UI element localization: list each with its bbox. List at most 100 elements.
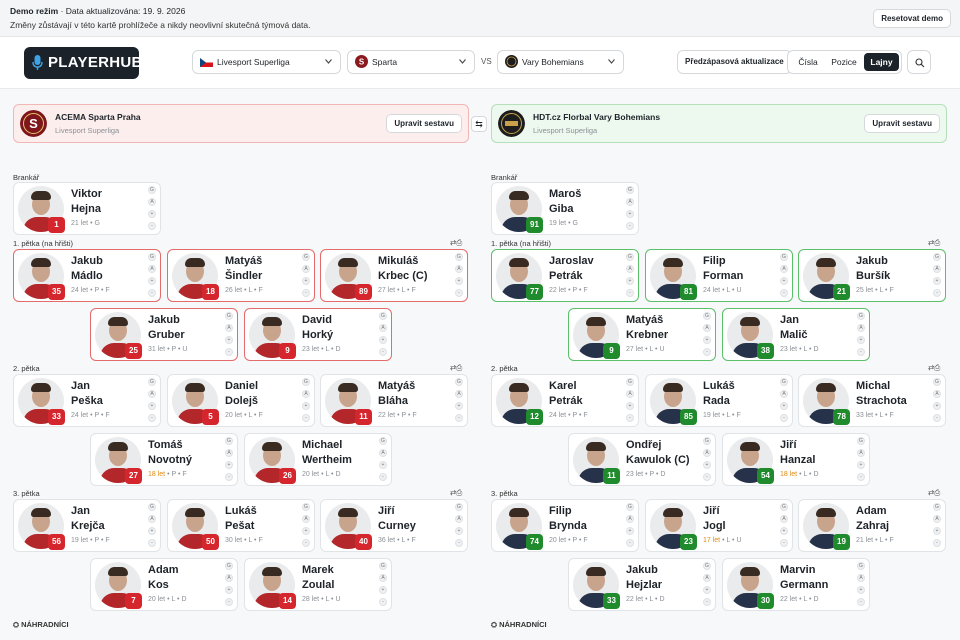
stat-button[interactable]: -: [148, 539, 156, 547]
stat-button[interactable]: G: [225, 312, 233, 320]
stat-button[interactable]: G: [148, 253, 156, 261]
player-card[interactable]: 89 Mikuláš Krbec (C) 27 let • L • F G A + -: [320, 249, 468, 302]
home-edit-lineup-button[interactable]: Upravit sestavu: [386, 114, 462, 133]
stat-button[interactable]: +: [857, 461, 865, 469]
stat-button[interactable]: G: [379, 312, 387, 320]
stat-button[interactable]: G: [626, 378, 634, 386]
stat-button[interactable]: G: [780, 503, 788, 511]
stat-button[interactable]: A: [703, 574, 711, 582]
line-swap-icon[interactable]: ⇄⎙: [928, 488, 940, 498]
player-card[interactable]: 33 Jakub Hejzlar 22 let • L • D G A + -: [568, 558, 716, 611]
stat-button[interactable]: -: [148, 414, 156, 422]
player-card[interactable]: 23 Jiří Jogl 17 let • L • U G A + -: [645, 499, 793, 552]
stat-button[interactable]: -: [455, 289, 463, 297]
stat-button[interactable]: -: [302, 539, 310, 547]
line-swap-icon[interactable]: ⇄⎙: [450, 488, 462, 498]
stat-button[interactable]: G: [933, 378, 941, 386]
player-card[interactable]: 33 Jan Peška 24 let • P • F G A + -: [13, 374, 161, 427]
player-card[interactable]: 91 Maroš Giba 19 let • G G A + -: [491, 182, 639, 235]
stat-button[interactable]: -: [455, 539, 463, 547]
swap-teams-button[interactable]: ⇆: [471, 116, 487, 132]
stat-button[interactable]: A: [148, 265, 156, 273]
stat-button[interactable]: A: [626, 198, 634, 206]
stat-button[interactable]: +: [626, 527, 634, 535]
stat-button[interactable]: +: [225, 336, 233, 344]
stat-button[interactable]: G: [455, 253, 463, 261]
stat-button[interactable]: G: [857, 312, 865, 320]
stat-button[interactable]: +: [379, 336, 387, 344]
stat-button[interactable]: -: [703, 598, 711, 606]
stat-button[interactable]: G: [703, 312, 711, 320]
stat-button[interactable]: +: [225, 586, 233, 594]
player-card[interactable]: 85 Lukáš Rada 19 let • L • F G A + -: [645, 374, 793, 427]
stat-button[interactable]: +: [148, 210, 156, 218]
stat-button[interactable]: A: [148, 390, 156, 398]
stat-button[interactable]: -: [780, 539, 788, 547]
stat-button[interactable]: +: [703, 336, 711, 344]
player-card[interactable]: 25 Jakub Gruber 31 let • P • U G A + -: [90, 308, 238, 361]
stat-button[interactable]: +: [626, 277, 634, 285]
stat-button[interactable]: -: [455, 414, 463, 422]
stat-button[interactable]: -: [933, 289, 941, 297]
player-card[interactable]: 9 David Horký 23 let • L • D G A + -: [244, 308, 392, 361]
player-card[interactable]: 27 Tomáš Novotný 18 let • P • F G A + -: [90, 433, 238, 486]
player-card[interactable]: 14 Marek Zoulal 28 let • L • U G A + -: [244, 558, 392, 611]
stat-button[interactable]: G: [703, 437, 711, 445]
stat-button[interactable]: A: [379, 324, 387, 332]
stat-button[interactable]: G: [302, 503, 310, 511]
stat-button[interactable]: A: [455, 265, 463, 273]
away-team-select[interactable]: Vary Bohemians: [497, 50, 624, 74]
stat-button[interactable]: A: [225, 574, 233, 582]
stat-button[interactable]: -: [379, 348, 387, 356]
tab-lajny[interactable]: Lajny: [864, 53, 899, 71]
pre-match-update-button[interactable]: Předzápasová aktualizace: [677, 50, 792, 74]
stat-button[interactable]: G: [148, 503, 156, 511]
stat-button[interactable]: +: [857, 586, 865, 594]
stat-button[interactable]: A: [857, 324, 865, 332]
stat-button[interactable]: A: [703, 449, 711, 457]
player-card[interactable]: 77 Jaroslav Petrák 22 let • P • F G A + -: [491, 249, 639, 302]
stat-button[interactable]: G: [933, 503, 941, 511]
stat-button[interactable]: A: [933, 390, 941, 398]
player-card[interactable]: 12 Karel Petrák 24 let • P • F G A + -: [491, 374, 639, 427]
player-card[interactable]: 19 Adam Zahraj 21 let • L • F G A + -: [798, 499, 946, 552]
player-card[interactable]: 11 Matyáš Bláha 22 let • P • F G A + -: [320, 374, 468, 427]
stat-button[interactable]: +: [148, 402, 156, 410]
stat-button[interactable]: +: [933, 402, 941, 410]
stat-button[interactable]: A: [148, 515, 156, 523]
stat-button[interactable]: +: [302, 402, 310, 410]
stat-button[interactable]: +: [379, 461, 387, 469]
stat-button[interactable]: -: [626, 539, 634, 547]
stat-button[interactable]: A: [379, 449, 387, 457]
stat-button[interactable]: -: [225, 473, 233, 481]
stat-button[interactable]: +: [302, 527, 310, 535]
stat-button[interactable]: A: [626, 515, 634, 523]
reset-demo-button[interactable]: Resetovat demo: [873, 9, 951, 28]
home-team-select[interactable]: S Sparta: [347, 50, 475, 74]
stat-button[interactable]: A: [225, 324, 233, 332]
player-card[interactable]: 50 Lukáš Pešat 30 let • L • F G A + -: [167, 499, 315, 552]
stat-button[interactable]: G: [225, 437, 233, 445]
player-card[interactable]: 35 Jakub Mádlo 24 let • P • F G A + -: [13, 249, 161, 302]
stat-button[interactable]: A: [225, 449, 233, 457]
stat-button[interactable]: G: [626, 186, 634, 194]
stat-button[interactable]: A: [857, 449, 865, 457]
stat-button[interactable]: G: [225, 562, 233, 570]
stat-button[interactable]: A: [780, 515, 788, 523]
stat-button[interactable]: -: [626, 222, 634, 230]
stat-button[interactable]: -: [302, 289, 310, 297]
player-card[interactable]: 21 Jakub Buršík 25 let • L • F G A + -: [798, 249, 946, 302]
stat-button[interactable]: G: [626, 503, 634, 511]
line-swap-icon[interactable]: ⇄⎙: [928, 238, 940, 248]
stat-button[interactable]: A: [933, 265, 941, 273]
stat-button[interactable]: G: [455, 503, 463, 511]
stat-button[interactable]: A: [455, 390, 463, 398]
stat-button[interactable]: -: [148, 289, 156, 297]
stat-button[interactable]: G: [455, 378, 463, 386]
stat-button[interactable]: +: [379, 586, 387, 594]
tab-cisla[interactable]: Čísla: [792, 51, 824, 73]
stat-button[interactable]: -: [148, 222, 156, 230]
stat-button[interactable]: G: [302, 378, 310, 386]
stat-button[interactable]: -: [933, 414, 941, 422]
stat-button[interactable]: -: [225, 348, 233, 356]
